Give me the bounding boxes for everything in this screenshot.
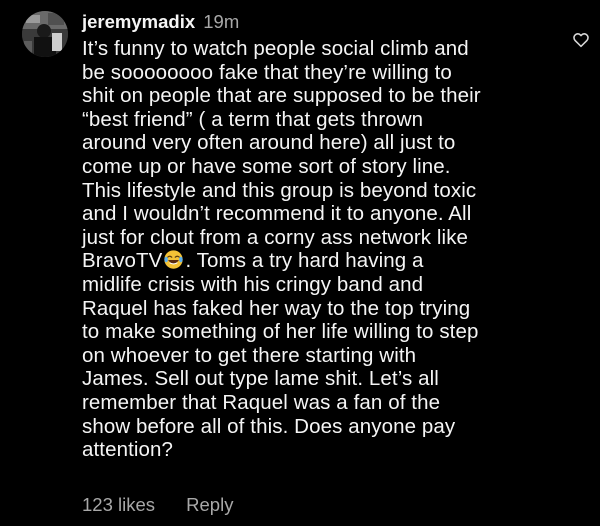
comment-text: It’s funny to watch people social climb …: [82, 37, 542, 462]
comment-line: around very often around here) all just …: [82, 131, 456, 155]
comment-line-segment: BravoTV: [82, 249, 163, 273]
comment-line: shit on people that are supposed to be t…: [82, 84, 481, 108]
comment-line: midlife crisis with his cringy band and: [82, 272, 424, 296]
comment-footer: 123 likes Reply: [82, 493, 233, 517]
comment-line: just for clout from a corny ass network …: [82, 225, 469, 249]
likes-count[interactable]: 123 likes: [82, 494, 155, 515]
comment: jeremymadix 19m It’s funny to watch peop…: [0, 0, 600, 526]
avatar-image: [22, 11, 68, 57]
comment-line: This lifestyle and this group is beyond …: [82, 178, 477, 202]
comment-line-segment: . Toms a try hard having a: [185, 249, 424, 273]
comment-line-with-emoji: BravoTV . Toms a try hard having a: [82, 249, 542, 273]
laughing-with-tears-emoji: [164, 250, 184, 270]
timestamp: 19m: [203, 11, 240, 32]
comment-line: on whoever to get there starting with: [82, 343, 417, 367]
comment-line: to make something of her life willing to…: [82, 320, 479, 344]
comment-line: remember that Raquel was a fan of the: [82, 390, 441, 414]
comment-line: and I wouldn’t recommend it to anyone. A…: [82, 202, 472, 226]
comment-header: jeremymadix 19m: [82, 10, 239, 34]
heart-outline-icon[interactable]: [572, 31, 590, 49]
reply-button[interactable]: Reply: [186, 494, 233, 515]
comment-line: be soooooooo fake that they’re willing t…: [82, 60, 452, 84]
comment-line: come up or have some sort of story line.: [82, 154, 451, 178]
comment-line: “best friend” ( a term that gets thrown: [82, 107, 424, 131]
avatar[interactable]: [22, 11, 68, 57]
comment-line: Raquel has faked her way to the top tryi…: [82, 296, 471, 320]
comment-line: attention?: [82, 438, 174, 462]
comment-line: It’s funny to watch people social climb …: [82, 37, 469, 60]
comment-line: show before all of this. Does anyone pay: [82, 414, 456, 438]
comment-line: James. Sell out type lame shit. Let’s al…: [82, 367, 439, 391]
username[interactable]: jeremymadix: [82, 11, 195, 32]
